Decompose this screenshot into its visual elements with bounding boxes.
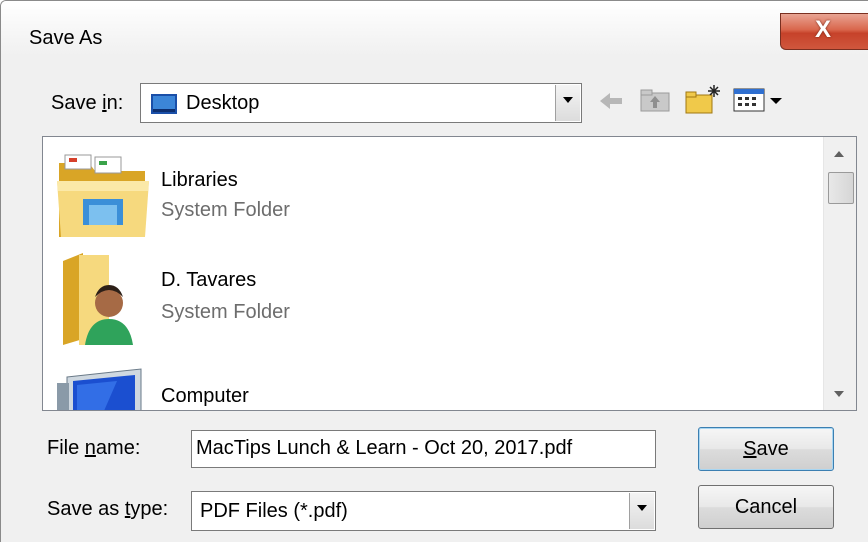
save-as-type-dropdown[interactable]: PDF Files (*.pdf) — [191, 491, 656, 531]
scroll-thumb[interactable] — [828, 172, 854, 204]
save-in-dropdown[interactable]: Desktop — [140, 83, 582, 123]
cancel-button[interactable]: Cancel — [698, 485, 834, 529]
item-name: Computer — [161, 385, 249, 407]
save-as-type-value: PDF Files (*.pdf) — [200, 500, 348, 522]
list-item[interactable]: Computer System Folder — [43, 349, 823, 410]
item-name: Libraries — [161, 169, 238, 191]
new-folder-icon[interactable] — [684, 83, 722, 115]
back-arrow-icon[interactable] — [598, 91, 624, 111]
user-folder-icon — [63, 253, 133, 345]
file-list[interactable]: Libraries System Folder D. Tavares Syste… — [42, 136, 857, 411]
save-as-type-dropdown-arrow[interactable] — [629, 493, 654, 529]
item-name: D. Tavares — [161, 269, 257, 291]
file-name-label-prefix: File — [47, 437, 85, 459]
item-type: System Folder — [161, 301, 290, 323]
save-button[interactable]: Save — [698, 427, 834, 471]
list-item[interactable]: Libraries System Folder — [43, 145, 823, 245]
computer-icon — [57, 368, 142, 410]
save-as-type-label-prefix: Save as — [47, 498, 125, 520]
desktop-icon — [151, 94, 177, 114]
close-icon: X — [815, 16, 832, 43]
save-in-dropdown-arrow[interactable] — [555, 85, 580, 121]
save-in-label: Save in: — [51, 92, 124, 114]
dialog-title: Save As — [29, 27, 103, 49]
file-name-label-underline: n — [84, 437, 96, 459]
save-button-underline: S — [743, 438, 757, 460]
scroll-up-icon[interactable] — [834, 151, 844, 157]
save-as-type-label-suffix: ype: — [130, 498, 169, 520]
save-as-dialog: Save As X Save in: Desktop Libraries Sys… — [0, 0, 868, 542]
file-name-label: File name: — [47, 437, 140, 460]
file-name-input[interactable]: MacTips Lunch & Learn - Oct 20, 2017.pdf — [191, 430, 656, 468]
view-menu-icon[interactable] — [733, 87, 785, 113]
item-type: System Folder — [161, 199, 290, 221]
libraries-folder-icon — [57, 154, 149, 237]
save-button-rest: ave — [756, 438, 789, 460]
close-button[interactable]: X — [780, 13, 868, 50]
save-in-value: Desktop — [186, 92, 260, 114]
vertical-scrollbar[interactable] — [823, 137, 856, 410]
up-folder-icon[interactable] — [639, 87, 671, 113]
save-as-type-label: Save as type: — [47, 498, 168, 521]
scroll-down-icon[interactable] — [834, 391, 844, 397]
file-name-label-suffix: ame: — [95, 437, 141, 459]
save-in-underline: i — [102, 92, 107, 114]
list-item[interactable]: D. Tavares System Folder — [43, 247, 823, 347]
